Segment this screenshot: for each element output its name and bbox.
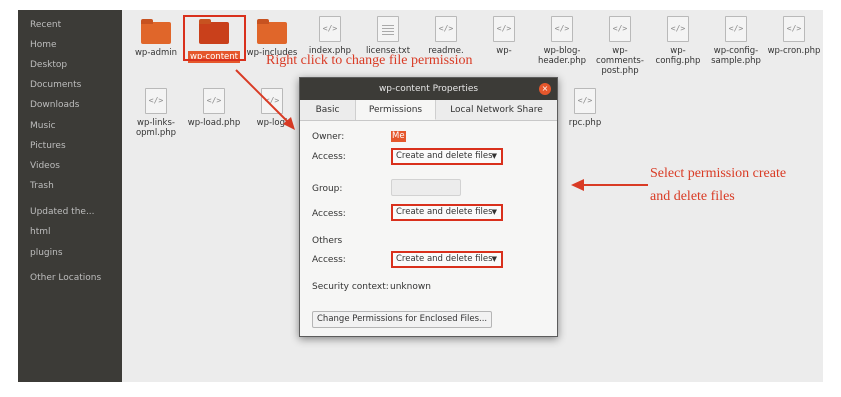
security-context-label: Security context: <box>312 282 389 292</box>
chevron-down-icon: ▼ <box>491 255 497 263</box>
file-label: wp-load.php <box>187 118 241 128</box>
sidebar-item-downloads[interactable]: Downloads <box>30 100 79 110</box>
group-select[interactable] <box>391 179 461 196</box>
file-label: rpc.php <box>568 118 602 128</box>
owner-label: Owner: <box>312 132 345 142</box>
folder-icon <box>257 19 287 44</box>
sidebar-item-recent[interactable]: Recent <box>30 20 61 30</box>
others-access-label: Access: <box>312 255 346 265</box>
sidebar-item-plugins[interactable]: plugins <box>30 248 63 258</box>
folder-wp-admin[interactable]: wp-admin <box>127 19 185 58</box>
sidebar-item-home[interactable]: Home <box>30 40 57 50</box>
sidebar-item-music[interactable]: Music <box>30 121 56 131</box>
owner-value: Me <box>391 131 406 142</box>
group-access-label: Access: <box>312 209 346 219</box>
file-label: wp-cron.php <box>767 46 821 56</box>
others-access-dropdown[interactable]: Create and delete files ▼ <box>391 251 503 268</box>
select-permission-annotation-line2: and delete files <box>650 189 735 204</box>
file-wp-activate[interactable]: </> wp- <box>475 16 533 56</box>
file-label: wp-comments-post.php <box>596 46 644 76</box>
file-wp-blog-header[interactable]: </> wp-blog-header.php <box>533 16 591 66</box>
file-wp-config-sample[interactable]: </> wp-config-sample.php <box>707 16 765 66</box>
sidebar-item-other-locations[interactable]: Other Locations <box>30 273 101 283</box>
owner-access-dropdown[interactable]: Create and delete files ▼ <box>391 148 503 165</box>
php-file-icon: </> <box>551 16 573 42</box>
sidebar-item-videos[interactable]: Videos <box>30 161 60 171</box>
php-file-icon: </> <box>319 16 341 42</box>
php-file-icon: </> <box>203 88 225 114</box>
others-access-value: Create and delete files <box>396 254 493 264</box>
file-wp-links-opml[interactable]: </> wp-links-opml.php <box>127 88 185 138</box>
sidebar-item-trash[interactable]: Trash <box>30 181 54 191</box>
owner-access-label: Access: <box>312 152 346 162</box>
sidebar: Recent Home Desktop Documents Downloads … <box>18 10 122 382</box>
chevron-down-icon: ▼ <box>491 208 497 216</box>
group-label: Group: <box>312 184 343 194</box>
change-enclosed-permissions-button[interactable]: Change Permissions for Enclosed Files... <box>312 311 493 328</box>
php-file-icon: </> <box>667 16 689 42</box>
right-click-annotation: Right click to change file permission <box>266 53 473 68</box>
php-file-icon: </> <box>493 16 515 42</box>
chevron-down-icon: ▼ <box>491 152 497 160</box>
security-context-value: unknown <box>390 282 431 292</box>
selected-folder-highlight <box>183 15 246 61</box>
file-label: wp-config-sample.php <box>711 46 761 66</box>
php-file-icon: </> <box>725 16 747 42</box>
file-wp-cron[interactable]: </> wp-cron.php <box>765 16 823 56</box>
file-label: wp-links-opml.php <box>135 118 177 138</box>
folder-icon <box>141 19 171 44</box>
sidebar-item-html[interactable]: html <box>30 227 51 237</box>
file-wp-comments-post[interactable]: </> wp-comments-post.php <box>591 16 649 76</box>
php-file-icon: </> <box>609 16 631 42</box>
file-label: wp-logi <box>256 118 288 128</box>
file-label: wp-blog-header.php <box>537 46 587 66</box>
file-xmlrpc[interactable]: </> rpc.php <box>556 88 614 128</box>
others-label: Others <box>312 236 343 246</box>
php-file-icon: </> <box>435 16 457 42</box>
file-label: wp- <box>496 46 512 56</box>
group-access-dropdown[interactable]: Create and delete files ▼ <box>391 204 503 221</box>
file-label: wp-config.php <box>655 46 701 66</box>
php-file-icon: </> <box>574 88 596 114</box>
file-wp-load[interactable]: </> wp-load.php <box>185 88 243 128</box>
owner-access-value: Create and delete files <box>396 151 493 161</box>
sidebar-item-desktop[interactable]: Desktop <box>30 60 67 70</box>
sidebar-item-updated[interactable]: Updated the... <box>30 207 95 217</box>
php-file-icon: </> <box>783 16 805 42</box>
file-wp-config[interactable]: </> wp-config.php <box>649 16 707 66</box>
properties-dialog: wp-content Properties × Basic Permission… <box>299 77 558 337</box>
select-permission-annotation-line1: Select permission create <box>650 166 787 181</box>
file-wp-login[interactable]: </> wp-logi <box>243 88 301 128</box>
permissions-panel: Owner: Me Access: Create and delete file… <box>300 78 559 338</box>
file-label: wp-admin <box>134 48 178 58</box>
sidebar-item-pictures[interactable]: Pictures <box>30 141 66 151</box>
text-file-icon <box>377 16 399 42</box>
php-file-icon: </> <box>145 88 167 114</box>
file-index-php[interactable]: </> index.php <box>301 16 359 56</box>
group-access-value: Create and delete files <box>396 207 493 217</box>
file-readme[interactable]: </> readme. <box>417 16 475 56</box>
file-license-txt[interactable]: license.txt <box>359 16 417 56</box>
sidebar-item-documents[interactable]: Documents <box>30 80 81 90</box>
php-file-icon: </> <box>261 88 283 114</box>
